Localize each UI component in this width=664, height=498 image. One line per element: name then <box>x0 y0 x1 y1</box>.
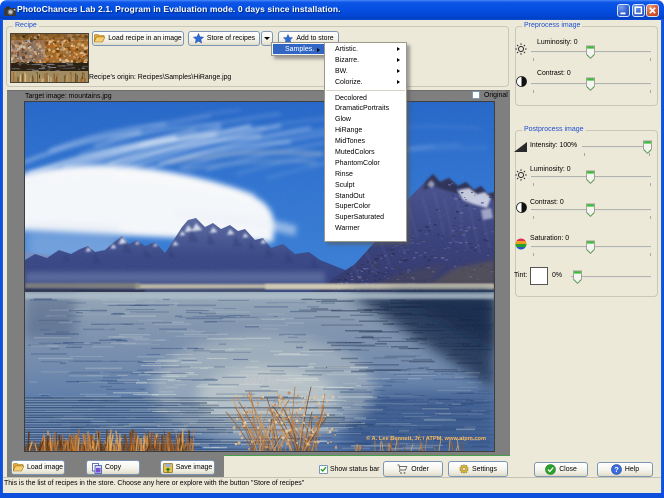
svg-text:?: ? <box>614 465 619 474</box>
